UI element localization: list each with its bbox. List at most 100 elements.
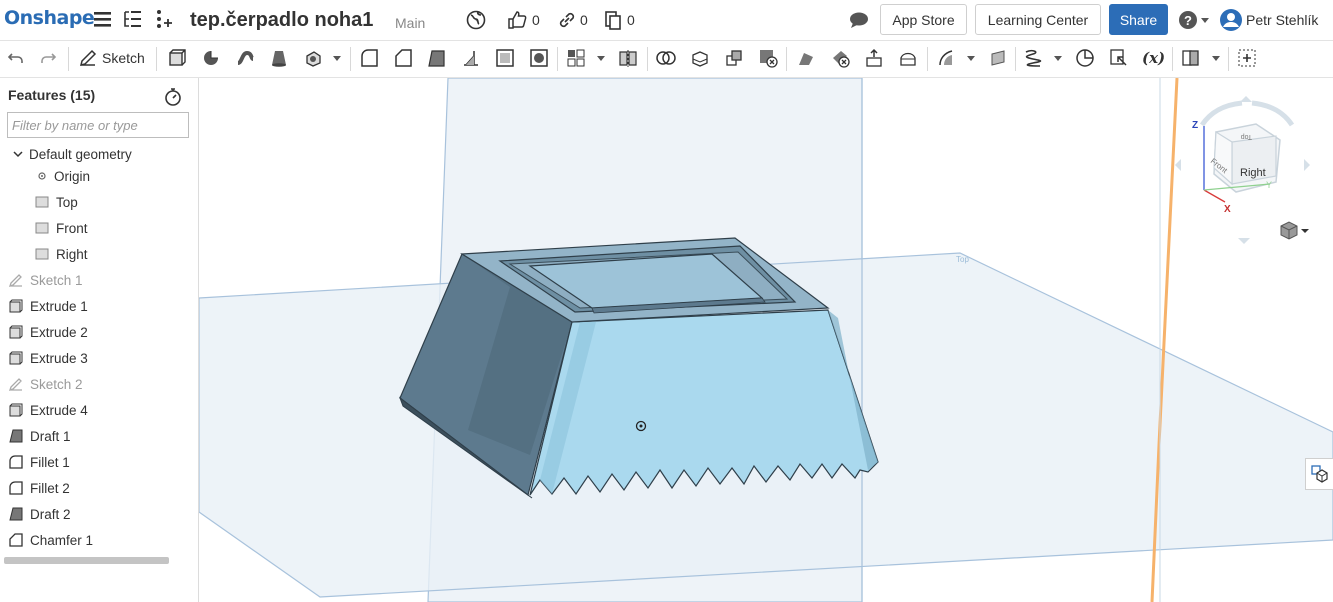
- more-tools-caret-icon[interactable]: [333, 56, 341, 61]
- model-canvas[interactable]: Top: [199, 78, 1333, 602]
- surface-caret-icon[interactable]: [967, 56, 975, 61]
- fillet-icon[interactable]: [359, 48, 379, 68]
- feature-item-right[interactable]: Right: [34, 243, 88, 265]
- help-caret-icon[interactable]: [1201, 18, 1209, 23]
- side-panel-toggle[interactable]: [1305, 458, 1333, 490]
- measure-icon[interactable]: [1075, 48, 1095, 68]
- branch-label[interactable]: Main: [395, 15, 425, 31]
- feature-filter-input[interactable]: [7, 112, 189, 138]
- chamfer-icon[interactable]: [393, 48, 413, 68]
- feature-item-extrude-1[interactable]: Extrude 1: [8, 295, 88, 317]
- feature-item-top[interactable]: Top: [34, 191, 78, 213]
- boolean-icon[interactable]: [656, 48, 676, 68]
- feature-item-chamfer-1[interactable]: Chamfer 1: [8, 529, 93, 551]
- section-view-icon[interactable]: [1109, 48, 1129, 68]
- rotate-right-arc[interactable]: [1251, 100, 1295, 127]
- appearance-panel-icon[interactable]: [1311, 465, 1329, 483]
- undo-icon[interactable]: [6, 48, 26, 68]
- split-icon[interactable]: [690, 48, 710, 68]
- feature-label: Extrude 2: [30, 324, 88, 340]
- toolbar-divider: [68, 47, 69, 71]
- surface-icon[interactable]: [936, 48, 956, 68]
- pattern-icon[interactable]: [566, 48, 586, 68]
- delete-part-icon[interactable]: [758, 48, 778, 68]
- move-face-icon[interactable]: [864, 48, 884, 68]
- rib-icon[interactable]: [461, 48, 481, 68]
- feature-list-icon[interactable]: [122, 8, 144, 30]
- view-options-icon[interactable]: [1181, 48, 1201, 68]
- toolbar-divider: [557, 47, 558, 71]
- view-cube-top-face[interactable]: Top: [1241, 133, 1252, 140]
- delete-face-icon[interactable]: [830, 48, 850, 68]
- onshape-logo[interactable]: Onshape: [4, 7, 95, 29]
- sketch-icon: [8, 274, 22, 288]
- rotate-left-arrow-icon[interactable]: [1175, 159, 1181, 171]
- revolve-icon[interactable]: [201, 48, 221, 68]
- avatar[interactable]: [1219, 8, 1243, 32]
- globe-icon[interactable]: [465, 9, 487, 31]
- feature-item-fillet-2[interactable]: Fillet 2: [8, 477, 70, 499]
- extrude-icon[interactable]: [167, 48, 187, 68]
- document-title[interactable]: tep.čerpadlo noha1: [190, 9, 373, 32]
- feature-item-sketch-2[interactable]: Sketch 2: [8, 373, 83, 395]
- feature-label: Sketch 2: [30, 376, 83, 392]
- copy-icon[interactable]: [602, 9, 624, 31]
- transform-icon[interactable]: [724, 48, 744, 68]
- view-caret-icon[interactable]: [1212, 56, 1220, 61]
- modify-fillet-icon[interactable]: [796, 48, 816, 68]
- rollback-timer-icon[interactable]: [164, 87, 182, 107]
- user-name[interactable]: Petr Stehlík: [1246, 12, 1318, 28]
- feature-list-scrollbar[interactable]: [4, 557, 169, 564]
- rotate-left-arc[interactable]: [1199, 100, 1243, 127]
- sketch-button[interactable]: Sketch: [102, 50, 145, 66]
- feature-item-sketch-1[interactable]: Sketch 1: [8, 269, 83, 291]
- comments-icon[interactable]: [848, 9, 870, 31]
- toolbar-divider: [1172, 47, 1173, 71]
- help-icon[interactable]: ?: [1178, 9, 1200, 31]
- draft-icon[interactable]: [427, 48, 447, 68]
- z-axis-label: Z: [1192, 120, 1198, 131]
- sweep-icon[interactable]: [235, 48, 255, 68]
- plane-icon[interactable]: [989, 48, 1009, 68]
- redo-icon[interactable]: [38, 48, 58, 68]
- feature-item-fillet-1[interactable]: Fillet 1: [8, 451, 70, 473]
- menu-icon[interactable]: [92, 8, 114, 30]
- rotate-right-arrow-icon[interactable]: [1304, 159, 1310, 171]
- feature-item-front[interactable]: Front: [34, 217, 88, 239]
- like-icon[interactable]: [506, 9, 528, 31]
- feature-item-extrude-3[interactable]: Extrude 3: [8, 347, 88, 369]
- add-custom-feature-icon[interactable]: [1237, 48, 1257, 68]
- app-store-button[interactable]: App Store: [880, 4, 967, 35]
- feature-label: Front: [56, 220, 88, 236]
- hole-icon[interactable]: [529, 48, 549, 68]
- shell-icon[interactable]: [495, 48, 515, 68]
- insert-icon[interactable]: [152, 8, 174, 30]
- learning-center-button[interactable]: Learning Center: [975, 4, 1101, 35]
- curve-caret-icon[interactable]: [1054, 56, 1062, 61]
- feature-item-origin[interactable]: Origin: [36, 165, 90, 187]
- thicken-icon[interactable]: [303, 48, 323, 68]
- default-geometry-group[interactable]: Default geometry: [12, 143, 132, 165]
- graphics-viewport[interactable]: Top Right Front Top Z X Y: [199, 78, 1333, 602]
- replace-face-icon[interactable]: [898, 48, 918, 68]
- feature-item-draft-2[interactable]: Draft 2: [8, 503, 71, 525]
- view-cube[interactable]: Right Front Top Z X Y: [1170, 90, 1320, 250]
- feature-item-extrude-2[interactable]: Extrude 2: [8, 321, 88, 343]
- features-title: Features (15): [8, 87, 96, 103]
- likes-count: 0: [532, 12, 540, 28]
- view-cube-right-face[interactable]: Right: [1240, 167, 1266, 179]
- sketch-pencil-icon[interactable]: [78, 48, 98, 68]
- share-button[interactable]: Share: [1109, 4, 1168, 35]
- link-icon[interactable]: [556, 9, 578, 31]
- view-menu-caret-icon[interactable]: [1301, 229, 1309, 233]
- mirror-icon[interactable]: [618, 48, 638, 68]
- rotate-down-arrow-icon[interactable]: [1238, 238, 1250, 244]
- chevron-down-icon[interactable]: [12, 146, 24, 162]
- loft-icon[interactable]: [269, 48, 289, 68]
- feature-item-extrude-4[interactable]: Extrude 4: [8, 399, 88, 421]
- helix-icon[interactable]: [1023, 48, 1043, 68]
- variable-button[interactable]: (x): [1142, 49, 1165, 67]
- feature-item-draft-1[interactable]: Draft 1: [8, 425, 71, 447]
- pattern-caret-icon[interactable]: [597, 56, 605, 61]
- extrude-icon: [9, 299, 23, 313]
